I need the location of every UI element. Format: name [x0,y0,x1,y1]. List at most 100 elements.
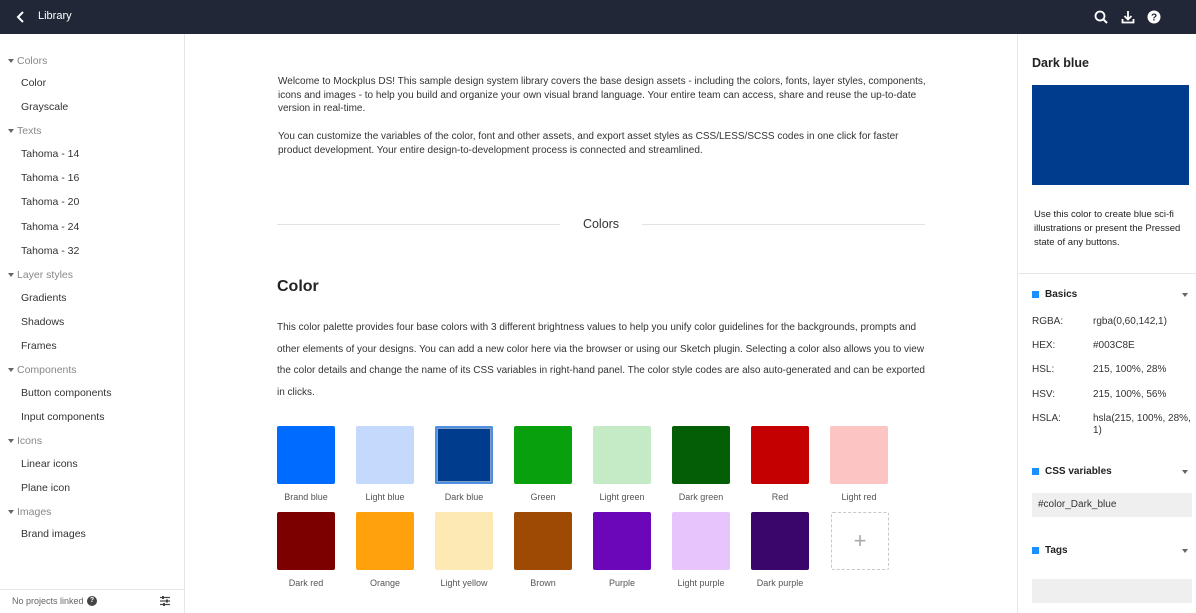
sidebar-group-layer-styles[interactable]: Layer styles [8,269,73,281]
color-swatch-label: Dark blue [444,492,484,502]
color-swatch[interactable] [514,426,572,484]
rgba-key: RGBA: [1032,316,1064,327]
color-swatch-label: Orange [369,578,401,588]
chevron-down-icon[interactable] [1182,470,1188,474]
sidebar-item-brand-images[interactable]: Brand images [21,528,86,540]
color-swatch[interactable] [751,426,809,484]
panel-title: Dark blue [1032,56,1089,70]
color-usage-description: Use this color to create blue sci-fi ill… [1034,209,1181,248]
sidebar-group-colors[interactable]: Colors [8,55,47,67]
sidebar-item-button-components[interactable]: Button components [21,387,111,399]
color-swatch[interactable] [672,512,730,570]
color-swatch[interactable] [751,512,809,570]
main-content: Welcome to Mockplus DS! This sample desi… [186,34,1016,613]
add-color-button[interactable]: + [831,512,889,570]
color-swatch[interactable] [356,512,414,570]
color-swatch-label: Red [771,492,789,502]
color-swatch-label: Green [530,492,556,502]
sidebar-item-frames[interactable]: Frames [21,340,57,352]
color-swatch-label: Light blue [365,492,405,502]
color-swatch[interactable] [435,426,493,484]
section-marker-icon [1032,547,1039,554]
download-icon[interactable] [1120,9,1136,25]
top-bar: Library ? [0,0,1196,34]
svg-text:?: ? [1151,13,1157,24]
help-circle-icon[interactable]: ? [87,596,97,606]
chevron-down-icon[interactable] [1182,293,1188,297]
section-separator: Colors [277,216,925,232]
back-arrow-icon[interactable] [14,9,28,25]
color-preview [1032,85,1189,185]
hsl-value: 215, 100%, 28% [1093,364,1167,375]
color-swatch[interactable] [356,426,414,484]
color-swatch-label: Light red [841,492,877,502]
hsla-value: hsla(215, 100%, 28%, 1) [1093,413,1191,436]
hex-value: #003C8E [1093,340,1135,351]
intro-paragraph-2: You can customize the variables of the c… [278,131,899,156]
color-swatch-label: Dark purple [756,578,804,588]
details-panel: Dark blue Use this color to create blue … [1017,34,1196,613]
color-swatch[interactable] [514,512,572,570]
sidebar-item-plane-icon[interactable]: Plane icon [21,482,70,494]
sidebar-item-tahoma-32[interactable]: Tahoma - 32 [21,245,79,257]
sliders-icon[interactable] [159,595,171,607]
color-heading: Color [277,278,319,295]
hsl-key: HSL: [1032,364,1055,375]
sidebar-item-tahoma-14[interactable]: Tahoma - 14 [21,148,79,160]
color-swatch[interactable] [435,512,493,570]
caret-down-icon [8,273,14,277]
sidebar: Colors Color Grayscale Texts Tahoma - 14… [0,34,185,613]
tags-header[interactable]: Tags [1032,545,1068,556]
hsv-key: HSV: [1032,389,1055,400]
caret-down-icon [8,439,14,443]
sidebar-item-linear-icons[interactable]: Linear icons [21,458,78,470]
search-icon[interactable] [1093,9,1109,25]
panel-divider [1018,273,1196,274]
rgba-value: rgba(0,60,142,1) [1093,316,1167,327]
color-swatch[interactable] [277,512,335,570]
sidebar-item-tahoma-24[interactable]: Tahoma - 24 [21,221,79,233]
color-swatch-label: Dark green [678,492,724,502]
hsla-key: HSLA: [1032,413,1061,424]
color-swatch[interactable] [277,426,335,484]
color-swatch[interactable] [672,426,730,484]
intro-paragraph-1: Welcome to Mockplus DS! This sample desi… [278,76,926,114]
sidebar-group-icons[interactable]: Icons [8,435,42,447]
section-marker-icon [1032,468,1039,475]
section-marker-icon [1032,291,1039,298]
sidebar-item-tahoma-20[interactable]: Tahoma - 20 [21,196,79,208]
color-swatch-label: Dark red [288,578,324,588]
tags-input[interactable] [1032,579,1192,603]
separator-line-right [642,224,925,225]
color-swatch[interactable] [593,426,651,484]
help-icon[interactable]: ? [1146,9,1162,25]
hsv-value: 215, 100%, 56% [1093,389,1167,400]
color-swatch-label: Brand blue [284,492,328,502]
caret-down-icon [8,59,14,63]
chevron-down-icon[interactable] [1182,549,1188,553]
caret-down-icon [8,129,14,133]
hex-key: HEX: [1032,340,1056,351]
color-swatch[interactable] [593,512,651,570]
color-swatch-label: Light green [599,492,645,502]
css-variables-header[interactable]: CSS variables [1032,466,1112,477]
sidebar-group-components[interactable]: Components [8,364,77,376]
sidebar-item-input-components[interactable]: Input components [21,411,104,423]
sidebar-group-texts[interactable]: Texts [8,125,42,137]
basics-header[interactable]: Basics [1032,289,1077,300]
caret-down-icon [8,368,14,372]
sidebar-item-grayscale[interactable]: Grayscale [21,101,68,113]
caret-down-icon [8,510,14,514]
sidebar-item-color[interactable]: Color [21,77,46,89]
color-description: This color palette provides four base co… [277,322,925,399]
sidebar-item-shadows[interactable]: Shadows [21,316,64,328]
sidebar-footer: No projects linked ? [0,589,184,613]
css-variable-input[interactable]: #color_Dark_blue [1032,493,1192,517]
color-swatch[interactable] [830,426,888,484]
sidebar-item-tahoma-16[interactable]: Tahoma - 16 [21,172,79,184]
color-swatch-label: Light purple [677,578,725,588]
sidebar-item-gradients[interactable]: Gradients [21,292,67,304]
sidebar-group-images[interactable]: Images [8,506,51,518]
color-swatch-label: Purple [608,578,635,588]
color-swatch-label: Brown [530,578,556,588]
